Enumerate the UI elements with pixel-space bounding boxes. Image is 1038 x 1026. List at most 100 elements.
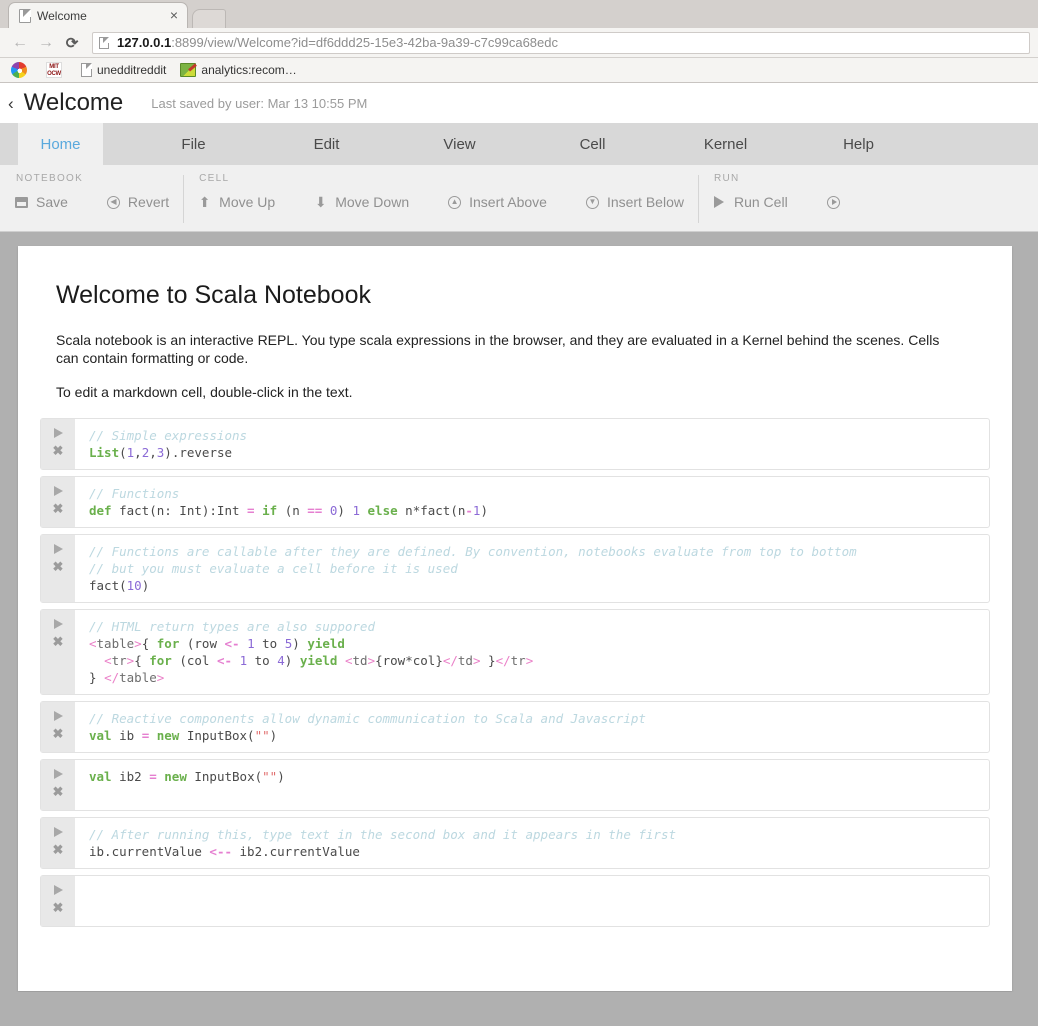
- code-cell[interactable]: ✖ // Reactive components allow dynamic co…: [40, 700, 990, 753]
- cell-editor[interactable]: // Simple expressions List(1,2,3).reverse: [75, 419, 989, 469]
- run-cell-icon[interactable]: [53, 543, 63, 554]
- play-circle-icon: [826, 195, 841, 210]
- code-cell[interactable]: ✖ val ib2 = new InputBox(""): [40, 758, 990, 811]
- code-token: (n: [277, 502, 308, 518]
- code-cell[interactable]: ✖ // After running this, type text in the…: [40, 816, 990, 869]
- revert-button[interactable]: ◀ Revert: [106, 194, 169, 210]
- code-token: 4: [277, 652, 285, 668]
- cell-editor[interactable]: // Functions are callable after they are…: [75, 535, 989, 602]
- notebook-pencil-icon: [180, 63, 197, 77]
- code-token: ib.currentValue: [89, 843, 210, 859]
- code-token: ==: [307, 502, 323, 518]
- code-line: ib.currentValue <-- ib2.currentValue: [89, 843, 979, 860]
- tab-edit[interactable]: Edit: [284, 123, 369, 165]
- cell-editor[interactable]: // HTML return types are also suppored <t…: [75, 610, 989, 694]
- delete-cell-icon[interactable]: ✖: [53, 502, 64, 515]
- run-cell-icon[interactable]: [53, 485, 63, 496]
- new-tab-button[interactable]: [192, 9, 226, 28]
- code-token: </: [104, 669, 120, 685]
- bookmark-item[interactable]: MIT OCW: [41, 60, 72, 80]
- move-down-button[interactable]: ⬇ Move Down: [313, 194, 409, 210]
- code-token: ib2: [111, 768, 150, 784]
- code-token: val: [89, 768, 112, 784]
- document-icon: [19, 8, 31, 23]
- close-icon[interactable]: ×: [167, 8, 181, 23]
- delete-cell-icon[interactable]: ✖: [53, 727, 64, 740]
- run-cell-icon[interactable]: [53, 427, 63, 438]
- code-token: =: [247, 502, 255, 518]
- code-token: >: [156, 669, 165, 685]
- address-bar[interactable]: 127.0.0.1 :8899/view/Welcome?id=df6ddd25…: [92, 31, 1030, 54]
- code-line: fact(10): [89, 577, 979, 594]
- run-cell-icon[interactable]: [53, 884, 63, 895]
- code-token: ): [480, 502, 488, 518]
- tab-home[interactable]: Home: [18, 123, 103, 165]
- move-up-button[interactable]: ⬆ Move Up: [197, 194, 275, 210]
- cell-editor[interactable]: [75, 876, 989, 926]
- code-token: >: [525, 652, 534, 668]
- code-line: <table>{ for (row <- 1 to 5) yield: [89, 635, 979, 652]
- code-token: to: [254, 635, 285, 651]
- delete-cell-icon[interactable]: ✖: [53, 843, 64, 856]
- insert-below-button[interactable]: ▼ Insert Below: [585, 194, 684, 210]
- cell-editor[interactable]: // After running this, type text in the …: [75, 818, 989, 868]
- tab-help[interactable]: Help: [816, 123, 901, 165]
- cell-editor[interactable]: // Functions def fact(n: Int):Int = if (n…: [75, 477, 989, 527]
- run-cell-icon[interactable]: [53, 826, 63, 837]
- code-token: (: [119, 444, 127, 460]
- delete-cell-icon[interactable]: ✖: [53, 635, 64, 648]
- code-token: 10: [126, 577, 142, 593]
- tab-file[interactable]: File: [151, 123, 236, 165]
- run-cell-icon[interactable]: [53, 618, 63, 629]
- delete-cell-icon[interactable]: ✖: [53, 901, 64, 914]
- markdown-cell[interactable]: Welcome to Scala Notebook Scala notebook…: [18, 280, 1012, 402]
- delete-cell-icon[interactable]: ✖: [53, 785, 64, 798]
- code-token: if: [262, 502, 278, 518]
- code-token: >: [134, 635, 142, 651]
- insert-above-button[interactable]: ▲ Insert Above: [447, 194, 547, 210]
- browser-window: Welcome × ← → ⟳ 127.0.0.1 :8899/view/Wel…: [0, 0, 1038, 83]
- forward-icon[interactable]: →: [34, 31, 58, 55]
- code-line: def fact(n: Int):Int = if (n == 0) 1 els…: [89, 502, 979, 519]
- back-chevron-icon[interactable]: ‹: [8, 95, 14, 112]
- run-cell-button[interactable]: Run Cell: [712, 194, 788, 210]
- code-cell[interactable]: ✖: [40, 874, 990, 927]
- code-cell[interactable]: ✖ // Simple expressions List(1,2,3).revers…: [40, 417, 990, 470]
- notebook-paper: Welcome to Scala Notebook Scala notebook…: [18, 246, 1012, 991]
- code-cell[interactable]: ✖ // HTML return types are also suppored <…: [40, 608, 990, 695]
- bookmark-item-unedditreddit[interactable]: unedditreddit: [76, 61, 171, 79]
- run-cell-icon[interactable]: [53, 768, 63, 779]
- code-cell[interactable]: ✖ // Functions def fact(n: Int):Int = if (…: [40, 475, 990, 528]
- code-token: new: [156, 727, 180, 743]
- tab-cell[interactable]: Cell: [550, 123, 635, 165]
- bookmark-item-analytics[interactable]: analytics:recom…: [175, 61, 301, 79]
- code-token: ,: [149, 444, 157, 460]
- code-token: List: [89, 444, 120, 460]
- code-token: for: [149, 652, 172, 668]
- delete-cell-icon[interactable]: ✖: [53, 560, 64, 573]
- code-token: </: [442, 652, 458, 668]
- cell-gutter: ✖: [41, 534, 75, 602]
- bookmark-item[interactable]: [6, 60, 37, 80]
- cell-gutter: ✖: [41, 418, 75, 469]
- cell-editor[interactable]: val ib2 = new InputBox(""): [75, 760, 989, 810]
- tab-kernel[interactable]: Kernel: [683, 123, 768, 165]
- browser-tab-welcome[interactable]: Welcome ×: [8, 2, 188, 28]
- move-down-label: Move Down: [335, 194, 410, 210]
- bookmarks-bar: MIT OCW unedditreddit analytics:recom…: [0, 58, 1038, 83]
- back-icon[interactable]: ←: [8, 31, 32, 55]
- reload-icon[interactable]: ⟳: [60, 31, 84, 55]
- tab-view[interactable]: View: [417, 123, 502, 165]
- run-all-button-truncated[interactable]: [826, 195, 848, 210]
- save-button[interactable]: Save: [14, 194, 68, 210]
- cell-editor[interactable]: // Reactive components allow dynamic com…: [75, 702, 989, 752]
- notebook-scroll-area[interactable]: Welcome to Scala Notebook Scala notebook…: [0, 232, 1038, 992]
- delete-cell-icon[interactable]: ✖: [53, 444, 64, 457]
- code-cell[interactable]: ✖ // Functions are callable after they ar…: [40, 533, 990, 603]
- code-token: ): [141, 577, 150, 593]
- run-cell-icon[interactable]: [53, 710, 63, 721]
- code-token: 1: [239, 652, 248, 668]
